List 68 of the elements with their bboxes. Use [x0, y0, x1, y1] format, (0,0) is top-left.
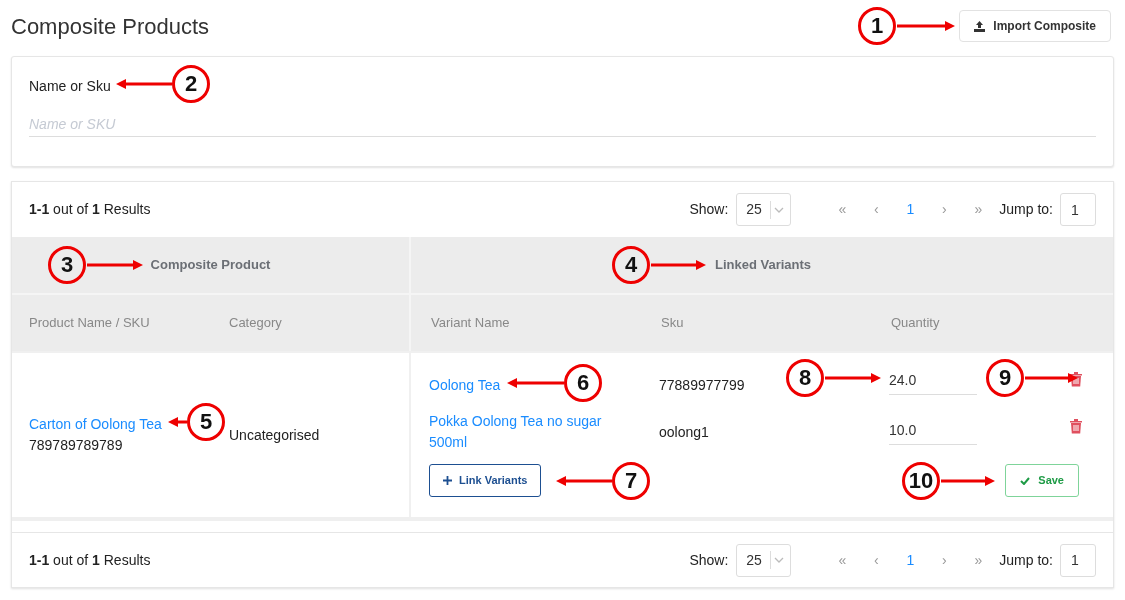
- jump-label: Jump to:: [999, 200, 1053, 219]
- page-size-select[interactable]: 25: [736, 193, 792, 226]
- callout-arrow: [897, 21, 955, 31]
- callout-arrow: [825, 373, 881, 383]
- callout-arrow: [507, 378, 564, 388]
- trash-icon[interactable]: [1069, 418, 1083, 434]
- first-page-button[interactable]: «: [825, 199, 860, 220]
- column-header: Category: [229, 314, 283, 333]
- callout-number: 4: [612, 246, 650, 284]
- check-icon: [1020, 476, 1031, 485]
- variant-link[interactable]: Oolong Tea: [429, 374, 501, 396]
- group-header: Composite Product: [150, 256, 271, 275]
- page-button[interactable]: 1: [893, 549, 928, 571]
- callout-number: 7: [612, 462, 650, 500]
- category-text: Uncategorised: [229, 425, 320, 445]
- column-header: Quantity: [891, 314, 941, 333]
- quantity-field[interactable]: 10.0: [889, 415, 977, 445]
- callout-number: 9: [986, 359, 1024, 397]
- jump-label: Jump to:: [999, 550, 1053, 570]
- first-page-button[interactable]: «: [825, 549, 860, 571]
- callout-arrow: [941, 476, 995, 486]
- field-label: Name or Sku: [29, 77, 111, 96]
- last-page-button[interactable]: »: [961, 549, 996, 571]
- results-count: 1-1 out of 1 Results: [29, 200, 151, 219]
- import-button[interactable]: Import Composite: [959, 10, 1111, 42]
- jump-field[interactable]: 1: [1060, 193, 1096, 226]
- search-field[interactable]: Name or SKU: [29, 111, 1096, 137]
- link-variants-button[interactable]: Link Variants: [429, 464, 542, 497]
- results-count: 1-1 out of 1 Results: [29, 550, 151, 570]
- next-page-button[interactable]: ›: [927, 549, 962, 571]
- column-header: Variant Name: [431, 314, 511, 333]
- show-label: Show:: [689, 200, 729, 219]
- jump-field[interactable]: 1: [1060, 543, 1096, 577]
- callout-arrow: [556, 476, 612, 486]
- previous-page-button[interactable]: ‹: [859, 549, 894, 571]
- callout-number: 1: [858, 7, 896, 45]
- save-button[interactable]: Save: [1005, 464, 1079, 497]
- product-sku: 789789789789: [29, 436, 123, 455]
- variant-link[interactable]: Pokka Oolong Tea no sugar 500ml: [429, 411, 614, 453]
- callout-arrow: [1025, 373, 1078, 383]
- callout-arrow: [116, 79, 172, 89]
- callout-arrow: [168, 417, 187, 427]
- sku-text: oolong1: [659, 422, 709, 442]
- previous-page-button[interactable]: ‹: [859, 199, 894, 220]
- callout-number: 3: [48, 246, 86, 284]
- callout-arrow: [651, 260, 706, 270]
- group-header: Linked Variants: [714, 256, 812, 275]
- callout-arrow: [87, 260, 143, 270]
- column-header: Sku: [661, 314, 685, 333]
- callout-number: 10: [902, 462, 940, 500]
- chevron-down-icon: [773, 206, 784, 213]
- callout-number: 5: [187, 403, 225, 441]
- last-page-button[interactable]: »: [961, 199, 996, 220]
- chevron-down-icon: [773, 557, 784, 563]
- column-header: Product Name / SKU: [29, 314, 151, 333]
- callout-number: 6: [564, 364, 602, 402]
- plus-icon: [443, 476, 452, 485]
- quantity-field[interactable]: 24.0: [889, 365, 977, 395]
- sku-text: 77889977799: [659, 375, 745, 395]
- page-button[interactable]: 1: [893, 199, 928, 220]
- callout-number: 8: [786, 359, 824, 397]
- page-title: Composite Products: [11, 13, 210, 41]
- callout-number: 2: [172, 65, 210, 103]
- page-size-select[interactable]: 25: [736, 543, 792, 577]
- product-link[interactable]: Carton of Oolong Tea: [29, 414, 162, 435]
- next-page-button[interactable]: ›: [927, 199, 962, 220]
- show-label: Show:: [689, 550, 729, 570]
- upload-icon: [974, 20, 986, 32]
